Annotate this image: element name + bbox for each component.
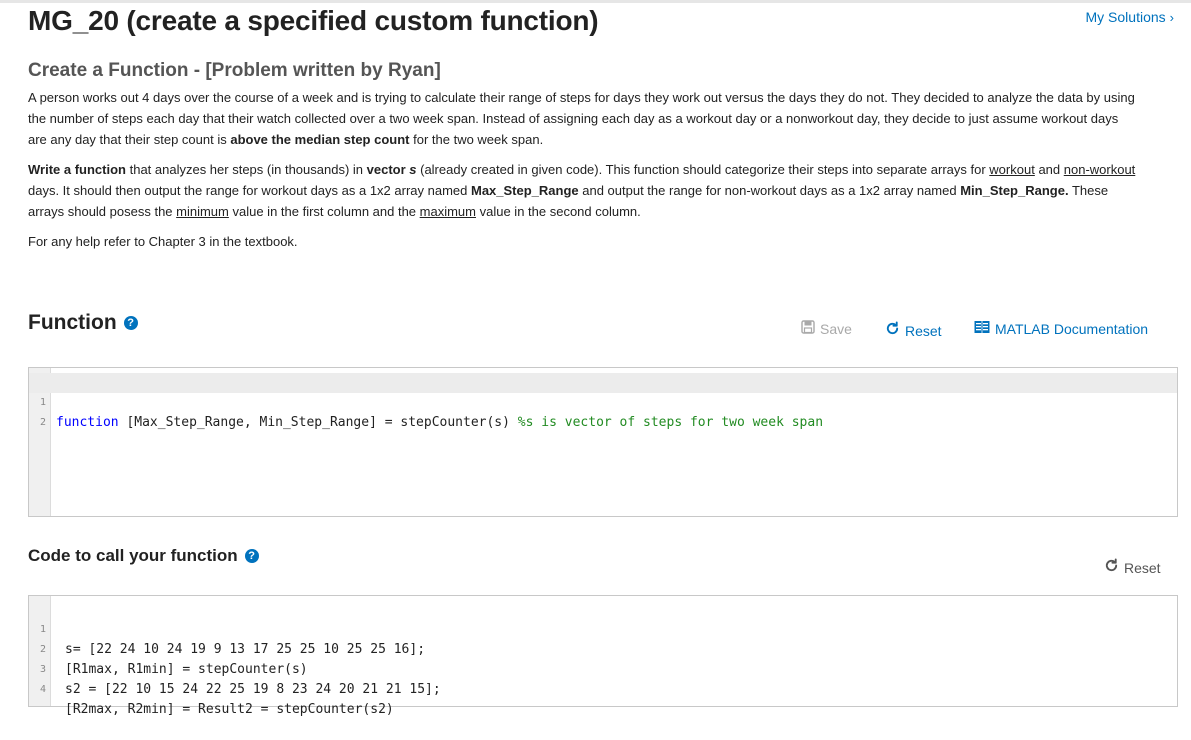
chevron-right-icon: ›: [1169, 10, 1174, 25]
desc-bold: Write a function: [28, 162, 126, 177]
call-reset-button[interactable]: Reset: [1104, 558, 1161, 577]
code-line[interactable]: 1 s= [22 24 10 24 19 9 13 17 25 25 10 25…: [29, 600, 1177, 657]
code-line[interactable]: 3 s2 = [22 10 15 24 22 25 19 8 23 24 20 …: [29, 640, 1177, 697]
problem-description-paragraph-2: Write a function that analyzes her steps…: [28, 159, 1138, 222]
desc-underline: maximum: [419, 204, 476, 219]
desc-underline: minimum: [176, 204, 229, 219]
line-number: 4: [39, 684, 46, 695]
code-text: function [Max_Step_Range, Min_Step_Range…: [56, 413, 823, 433]
help-icon[interactable]: ?: [123, 316, 138, 330]
desc-text: value in the first column and the: [228, 204, 420, 219]
desc-bold: Max_Step_Range: [470, 183, 579, 198]
problem-description-paragraph-1: A person works out 4 days over the cours…: [28, 87, 1138, 150]
code-line[interactable]: 2: [29, 393, 1177, 428]
desc-text: and: [1034, 162, 1064, 177]
code-text: s2 = [22 10 15 24 22 25 19 8 23 24 20 21…: [65, 682, 441, 697]
reset-label: Reset: [1124, 559, 1161, 576]
reset-label: Reset: [905, 322, 942, 339]
docs-label: MATLAB Documentation: [995, 321, 1149, 337]
desc-text: that analyzes her steps (in thousands) i…: [125, 162, 367, 177]
desc-text: (already created in given code). This fu…: [416, 162, 990, 177]
function-code-editor[interactable]: 1 function [Max_Step_Range, Min_Step_Ran…: [28, 367, 1178, 517]
call-code-editor[interactable]: 1 s= [22 24 10 24 19 9 13 17 25 25 10 25…: [28, 595, 1178, 717]
code-text: [R2max, R2min] = Result2 = stepCounter(s…: [65, 702, 394, 717]
function-heading-label: Function: [28, 311, 117, 334]
problem-description-paragraph-3: For any help refer to Chapter 3 in the t…: [28, 234, 298, 249]
desc-text: days. It should then output the range fo…: [28, 183, 471, 198]
code-body: [Max_Step_Range, Min_Step_Range] = stepC…: [118, 415, 518, 430]
page-title: MG_20 (create a specified custom functio…: [28, 5, 599, 36]
code-line[interactable]: 4 [R2max, R2min] = Result2 = stepCounter…: [29, 660, 1177, 717]
book-icon: [974, 320, 990, 338]
desc-underline: non-workout: [1063, 162, 1136, 177]
matlab-documentation-link[interactable]: MATLAB Documentation: [974, 320, 1148, 338]
code-line[interactable]: 2 [R1max, R1min] = stepCounter(s): [29, 620, 1177, 677]
call-code-section-heading: Code to call your function ?: [28, 546, 259, 566]
problem-title: Create a Function - [Problem written by …: [28, 60, 441, 81]
save-label: Save: [820, 321, 852, 337]
refresh-icon: [885, 321, 900, 340]
desc-underline: workout: [989, 162, 1035, 177]
desc-bold: Min_Step_Range.: [960, 183, 1069, 198]
desc-text: value in the second column.: [476, 204, 641, 219]
desc-bold-italic: s: [409, 162, 417, 177]
desc-bold: above the median step count: [230, 132, 410, 147]
floppy-disk-icon: [801, 320, 815, 338]
my-solutions-link[interactable]: My Solutions ›: [1086, 9, 1175, 25]
desc-text: and output the range for non-workout day…: [578, 183, 961, 198]
desc-text: A person works out 4 days over the cours…: [28, 90, 1135, 147]
my-solutions-label: My Solutions: [1085, 9, 1166, 25]
reset-button[interactable]: Reset: [885, 321, 942, 340]
line-number: 2: [39, 417, 46, 428]
function-section-heading: Function ?: [28, 311, 138, 335]
call-heading-label: Code to call your function: [28, 546, 238, 565]
top-border: [0, 0, 1191, 3]
code-keyword: function: [56, 415, 119, 430]
save-button[interactable]: Save: [801, 320, 852, 338]
desc-bold: vector: [366, 162, 410, 177]
code-line[interactable]: 1 function [Max_Step_Range, Min_Step_Ran…: [29, 373, 1177, 430]
code-comment: %s is vector of steps for two week span: [517, 415, 824, 430]
refresh-icon: [1104, 558, 1119, 577]
desc-text: for the two week span.: [409, 132, 544, 147]
help-icon[interactable]: ?: [244, 549, 259, 563]
